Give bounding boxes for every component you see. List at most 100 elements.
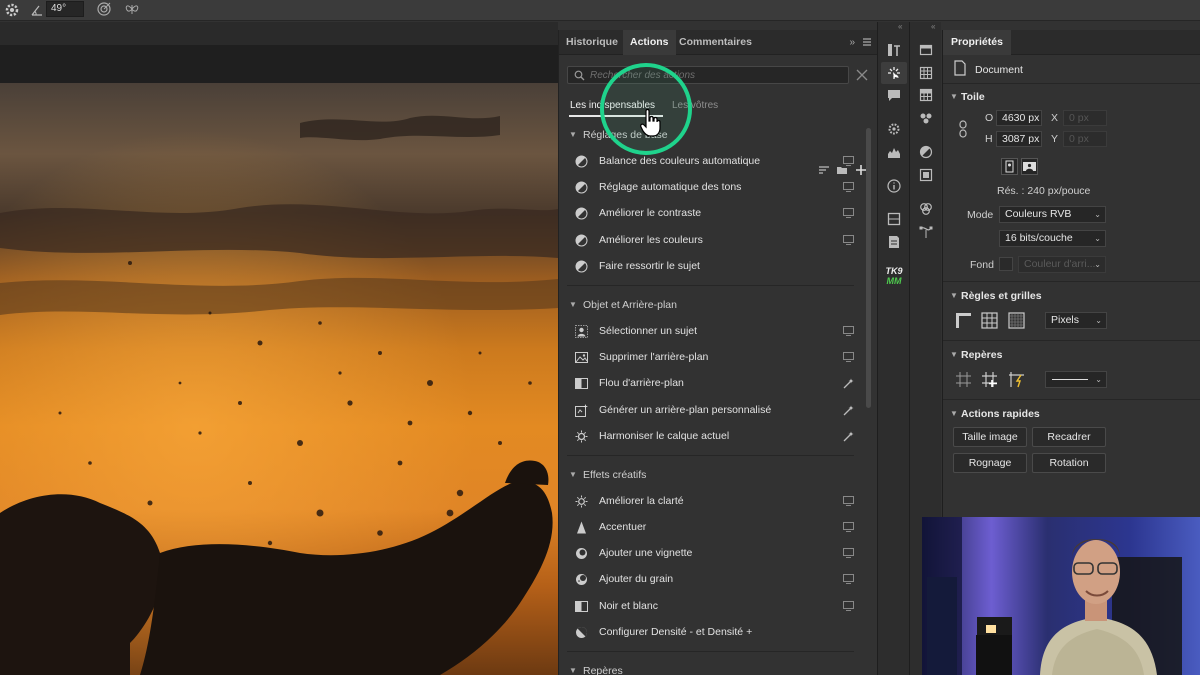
section-toile-title[interactable]: Toile	[961, 91, 985, 103]
tab-proprietes[interactable]: Propriétés	[943, 30, 1011, 55]
play-icon[interactable]	[843, 208, 854, 219]
section-objet-arriere-plan[interactable]: ▼ Objet et Arrière-plan	[559, 292, 864, 318]
new-guide-icon[interactable]	[981, 371, 998, 388]
gear-icon[interactable]	[4, 2, 20, 18]
info-icon[interactable]	[887, 179, 901, 193]
target-icon[interactable]	[96, 1, 112, 17]
fond-select[interactable]: Couleur d'arri... ⌄	[1018, 256, 1106, 273]
scrollbar-thumb[interactable]	[866, 128, 871, 408]
smart-guides-icon[interactable]	[1008, 371, 1025, 388]
actions-icon[interactable]	[887, 66, 901, 80]
section-actions-rapides-title[interactable]: Actions rapides	[961, 408, 1040, 420]
list-item[interactable]: Accentuer	[559, 514, 864, 540]
play-icon[interactable]	[843, 574, 854, 585]
tab-commentaires[interactable]: Commentaires	[672, 30, 759, 55]
collapse-icon[interactable]: «	[931, 22, 935, 31]
section-reperes[interactable]: ▼ Repères	[559, 658, 864, 675]
gear-adjust-icon[interactable]	[887, 122, 901, 136]
play-icon[interactable]	[843, 522, 854, 533]
width-input[interactable]: 4630 px	[996, 110, 1042, 126]
trim-button[interactable]: Rognage	[953, 453, 1027, 473]
play-icon[interactable]	[843, 352, 854, 363]
layer-comps-icon[interactable]	[887, 212, 901, 226]
list-item[interactable]: Ajouter du grain	[559, 566, 864, 592]
chevron-down-icon[interactable]: ▼	[950, 291, 958, 300]
tool-strip-1: « TK9 MM	[877, 22, 909, 675]
crop-button[interactable]: Recadrer	[1032, 427, 1106, 447]
line-style-preview	[1052, 379, 1088, 380]
list-item[interactable]: Harmoniser le calque actuel	[559, 423, 864, 449]
list-item[interactable]: Supprimer l'arrière-plan	[559, 344, 864, 370]
guide-style-select[interactable]: ⌄	[1045, 371, 1107, 388]
masks-icon[interactable]	[919, 168, 933, 182]
play-icon[interactable]	[843, 600, 854, 612]
list-item[interactable]: Ajouter une vignette	[559, 540, 864, 566]
chevron-down-icon[interactable]: ▼	[950, 350, 958, 359]
guides-icon[interactable]	[955, 371, 972, 388]
grid-icon[interactable]	[981, 312, 998, 329]
adjustments-icon[interactable]	[919, 145, 933, 159]
fond-swatch[interactable]	[999, 257, 1013, 271]
list-item[interactable]: Configurer Densité - et Densité +	[559, 619, 864, 645]
tab-historique[interactable]: Historique	[559, 30, 625, 55]
section-effets-creatifs[interactable]: ▼ Effets créatifs	[559, 462, 864, 488]
channels-icon[interactable]	[919, 202, 933, 216]
close-icon[interactable]	[855, 68, 869, 82]
list-item[interactable]: Sélectionner un sujet	[559, 318, 864, 344]
tab-actions[interactable]: Actions	[623, 30, 676, 55]
collapse-icon[interactable]: «	[898, 22, 902, 31]
layers-icon[interactable]	[919, 43, 933, 57]
section-regles-title[interactable]: Règles et grilles	[961, 290, 1042, 302]
notes-icon[interactable]	[887, 235, 901, 249]
list-item[interactable]: Balance des couleurs automatique	[559, 148, 864, 174]
fond-value: Couleur d'arri...	[1024, 258, 1096, 270]
ruler-icon[interactable]	[955, 312, 972, 329]
height-input[interactable]: 3087 px	[996, 131, 1042, 147]
play-icon[interactable]	[843, 495, 854, 507]
landscape-orientation-icon[interactable]	[1021, 158, 1038, 175]
mode-label: Mode	[967, 209, 994, 221]
magic-wand-icon[interactable]	[843, 405, 854, 416]
document-label: Document	[975, 64, 1023, 76]
pixel-grid-icon[interactable]	[1008, 312, 1025, 329]
chevron-down-icon[interactable]: ▼	[950, 92, 958, 101]
rotation-button[interactable]: Rotation	[1032, 453, 1106, 473]
y-input[interactable]: 0 px	[1063, 131, 1107, 147]
bit-depth-select[interactable]: 16 bits/couche ⌄	[999, 230, 1106, 247]
grid-swatches-icon[interactable]	[919, 88, 933, 102]
tk9-plugin-icon[interactable]: TK9 MM	[883, 266, 905, 288]
panel-overflow-button[interactable]: »	[849, 37, 855, 48]
portrait-orientation-icon[interactable]	[1001, 158, 1018, 175]
mode-select[interactable]: Couleurs RVB ⌄	[999, 206, 1106, 223]
play-icon[interactable]	[843, 156, 854, 167]
panel-menu-icon[interactable]	[862, 37, 872, 47]
butterfly-icon[interactable]	[124, 1, 140, 17]
list-item[interactable]: Réglage automatique des tons	[559, 174, 864, 200]
x-input[interactable]: 0 px	[1063, 110, 1107, 126]
play-icon[interactable]	[843, 325, 854, 337]
list-item[interactable]: Générer un arrière-plan personnalisé	[559, 397, 864, 423]
link-icon[interactable]	[957, 120, 969, 138]
play-icon[interactable]	[843, 182, 854, 193]
list-item[interactable]: Noir et blanc	[559, 593, 864, 619]
magic-wand-icon[interactable]	[843, 431, 854, 442]
units-select[interactable]: Pixels ⌄	[1045, 312, 1107, 329]
paths-icon[interactable]	[919, 225, 933, 239]
history-brush-icon[interactable]	[887, 43, 901, 57]
list-item[interactable]: Améliorer les couleurs	[559, 227, 864, 253]
comment-icon[interactable]	[887, 88, 901, 102]
brush-settings-icon[interactable]	[919, 111, 933, 125]
section-reperes-title[interactable]: Repères	[961, 349, 1002, 361]
image-size-button[interactable]: Taille image	[953, 427, 1027, 447]
angle-input[interactable]: 49°	[46, 1, 84, 17]
chevron-down-icon[interactable]: ▼	[950, 409, 958, 418]
list-item[interactable]: Améliorer le contraste	[559, 200, 864, 226]
table-icon[interactable]	[919, 66, 933, 80]
play-icon[interactable]	[843, 548, 854, 559]
list-item[interactable]: Flou d'arrière-plan	[559, 370, 864, 396]
histogram-icon[interactable]	[887, 145, 901, 159]
list-item[interactable]: Améliorer la clarté	[559, 488, 864, 514]
play-icon[interactable]	[843, 234, 854, 246]
list-item[interactable]: Faire ressortir le sujet	[559, 253, 864, 279]
magic-wand-icon[interactable]	[843, 378, 854, 389]
